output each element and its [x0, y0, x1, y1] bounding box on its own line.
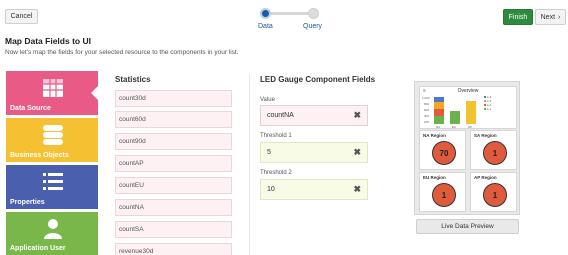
sa-region-card: SA Region 1	[470, 130, 517, 170]
overview-legend: ≤ 4 ≤ 3 ≤ 2 ≤ 1	[484, 95, 491, 111]
sidebar-item-properties[interactable]: Properties	[6, 165, 98, 209]
overview-chart: 1,000 800 600 400 200 NA EU AP ≤ 4 ≤ 3 ≤…	[422, 95, 491, 129]
stepper-track	[265, 12, 313, 15]
value-field-text: countNA	[267, 112, 294, 119]
x-tick: EU	[452, 125, 456, 129]
bar-eu	[450, 111, 460, 124]
value-field-label: Value	[260, 97, 275, 103]
led-gauge: 1	[432, 183, 456, 207]
list-icon	[43, 173, 63, 190]
sidebar-item-label: Application User	[10, 245, 66, 252]
threshold2-field-text: 10	[267, 186, 275, 193]
step-data-label[interactable]: Data	[258, 23, 273, 30]
ap-region-card: AP Region 1	[470, 172, 517, 212]
column-divider	[249, 74, 250, 255]
step-query-dot[interactable]	[308, 8, 319, 19]
y-tick: 400	[424, 114, 429, 118]
stat-item[interactable]: count90d	[115, 133, 232, 150]
bar-ap	[466, 101, 476, 124]
x-tick: NA	[436, 125, 440, 129]
finish-button[interactable]: Finish	[503, 9, 533, 25]
clear-icon[interactable]: ✖	[353, 184, 361, 195]
sidebar-item-business-objects[interactable]: Business Objects	[6, 118, 98, 162]
stat-item[interactable]: count60d	[115, 111, 232, 128]
na-region-card: NA Region 70	[419, 130, 466, 170]
selected-arrow	[91, 85, 99, 101]
stat-item[interactable]: countNA	[115, 199, 232, 216]
clear-icon[interactable]: ✖	[353, 147, 361, 158]
live-data-preview-button[interactable]: Live Data Preview	[416, 219, 519, 234]
threshold2-field[interactable]: 10 ✖	[260, 179, 368, 200]
next-label: Next	[540, 13, 556, 21]
wizard-stepper: Data Query	[254, 6, 344, 34]
led-gauge: 70	[432, 141, 456, 165]
page-title: Map Data Fields to UI	[5, 36, 91, 46]
bar-na	[434, 97, 444, 124]
led-gauge: 1	[483, 183, 507, 207]
svg-text:≤ 1: ≤ 1	[487, 107, 491, 111]
y-tick: 1,000	[422, 96, 430, 100]
stat-item[interactable]: countAP	[115, 155, 232, 172]
card-title: SA Region	[474, 133, 497, 138]
page-subtitle: Now let's map the fields for your select…	[5, 49, 239, 56]
card-title: NA Region	[423, 133, 446, 138]
stat-item[interactable]: countEU	[115, 177, 232, 194]
cancel-button[interactable]: Cancel	[5, 9, 38, 24]
threshold1-field-label: Threshold 1	[260, 133, 292, 139]
stat-item[interactable]: count30d	[115, 90, 232, 107]
next-button[interactable]: Next ›	[535, 9, 566, 25]
statistics-title: Statistics	[115, 75, 151, 84]
led-gauge: 1	[483, 141, 507, 165]
overview-card: ≡ Overview 1,000 800 600 400 200 NA EU A…	[419, 86, 517, 129]
table-icon	[43, 79, 63, 97]
threshold1-field-text: 5	[267, 149, 271, 156]
step-query-label[interactable]: Query	[303, 23, 322, 30]
y-tick: 600	[424, 108, 429, 112]
user-icon	[44, 219, 62, 239]
sidebar-item-data-source[interactable]: Data Source	[6, 71, 99, 115]
database-icon	[43, 125, 63, 145]
app-preview: ≡ Overview 1,000 800 600 400 200 NA EU A…	[414, 81, 520, 215]
y-tick: 200	[424, 120, 429, 124]
sidebar-item-label: Business Objects	[10, 152, 69, 159]
threshold1-field[interactable]: 5 ✖	[260, 142, 368, 163]
x-tick: AP	[468, 125, 472, 129]
eu-region-card: EU Region 1	[419, 172, 466, 212]
sidebar-item-application-user[interactable]: Application User	[6, 212, 98, 255]
value-field[interactable]: countNA ✖	[260, 105, 368, 126]
y-tick: 800	[424, 102, 429, 106]
card-title: AP Region	[474, 175, 497, 180]
chevron-right-icon: ›	[558, 13, 561, 21]
threshold2-field-label: Threshold 2	[260, 170, 292, 176]
stat-item[interactable]: countSA	[115, 221, 232, 238]
step-data-dot[interactable]	[260, 8, 271, 19]
gauge-fields-title: LED Gauge Component Fields	[260, 75, 376, 84]
sidebar-item-label: Properties	[10, 199, 45, 206]
stat-item[interactable]: revenue30d	[115, 243, 232, 255]
clear-icon[interactable]: ✖	[353, 110, 361, 121]
sidebar-item-label: Data Source	[10, 105, 51, 112]
card-title: EU Region	[423, 175, 446, 180]
